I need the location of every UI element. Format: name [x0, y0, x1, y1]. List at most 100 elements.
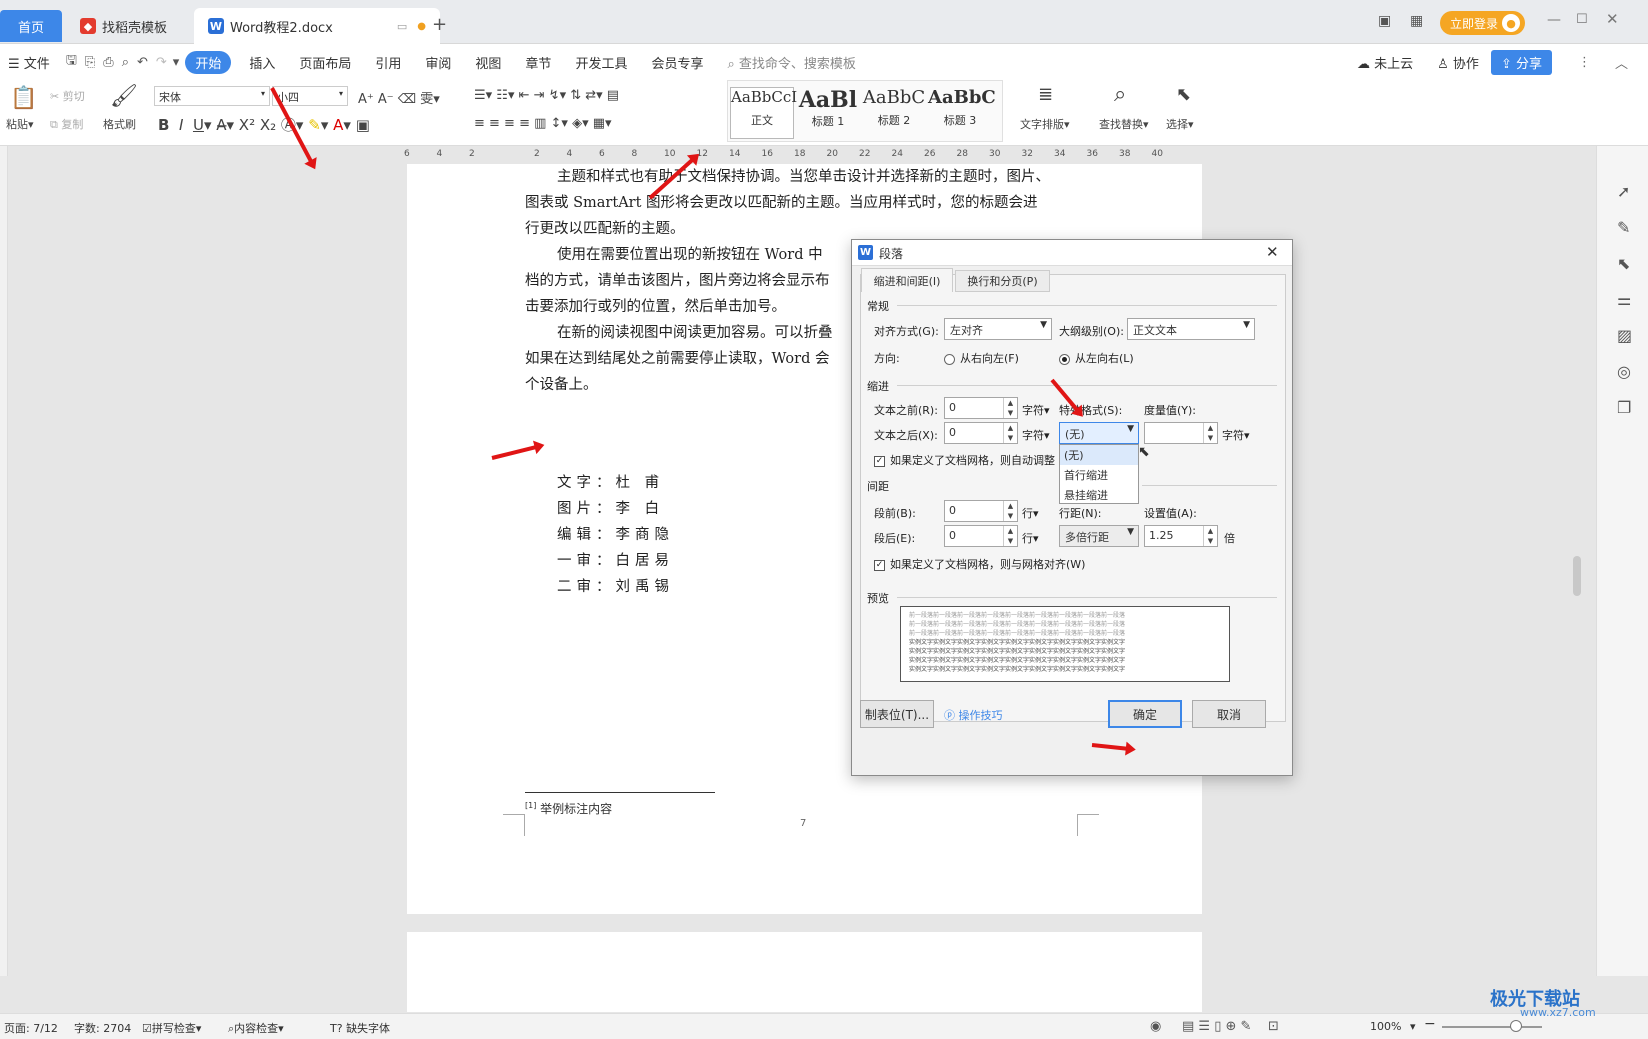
font-size-tools[interactable]: A⁺ A⁻ ⌫ 雯▾: [358, 88, 440, 107]
login-button[interactable]: 立即登录 ●: [1440, 11, 1525, 35]
list-tools[interactable]: ☰▾ ☷▾ ⇤ ⇥ ↯▾ ⇅ ⇄▾ ▤: [474, 88, 619, 103]
spin-arrows-icon[interactable]: ▲ ▼: [1003, 423, 1017, 443]
collapse-ribbon-icon[interactable]: ︿: [1603, 53, 1640, 72]
measure-input[interactable]: ▲ ▼: [1144, 422, 1218, 444]
spin-arrows-icon[interactable]: ▲ ▼: [1003, 398, 1017, 418]
menu-member[interactable]: 会员专享: [639, 53, 715, 72]
spin-arrows-icon[interactable]: ▲ ▼: [1203, 526, 1217, 546]
tab-stops-button[interactable]: 制表位(T)...: [860, 700, 934, 728]
before-text-unit[interactable]: 字符▾: [1022, 402, 1050, 418]
dialog-titlebar[interactable]: W 段落 ✕: [852, 240, 1292, 266]
monitor-icon[interactable]: ▭: [397, 20, 407, 33]
find-replace-button[interactable]: 查找替换▾: [1099, 116, 1149, 132]
new-tab-button[interactable]: +: [432, 14, 447, 35]
file-menu[interactable]: ☰ 文件: [0, 53, 62, 72]
menu-chapter[interactable]: 章节: [513, 53, 563, 72]
tips-link[interactable]: ⓟ 操作技巧: [944, 707, 1003, 723]
export-pdf-icon[interactable]: ⎘: [81, 55, 99, 70]
scrollbar-thumb[interactable]: [1573, 556, 1581, 596]
quick-access-dropdown-icon[interactable]: ▾: [171, 55, 186, 70]
view-mode-icons[interactable]: ◉ ▤ ☰ ▯ ⊕ ✎ ⊡: [1150, 1019, 1279, 1034]
tab-indent-spacing[interactable]: 缩进和间距(I): [861, 268, 953, 292]
format-painter-button[interactable]: 格式刷: [103, 116, 136, 132]
grid-indent-checkbox[interactable]: ✓ 如果定义了文档网格，则自动调整: [874, 452, 1055, 468]
missing-font-button[interactable]: T? 缺失字体: [330, 1020, 390, 1036]
paste-button[interactable]: 粘贴▾: [6, 116, 34, 132]
image-icon[interactable]: ▨: [1617, 326, 1632, 345]
find-replace-icon[interactable]: ⌕: [1114, 82, 1126, 107]
style-heading-1[interactable]: AaBl 标题 1: [796, 87, 860, 139]
maximize-icon[interactable]: ☐: [1576, 12, 1588, 27]
direction-ltr-radio[interactable]: 从左向右(L): [1059, 350, 1134, 366]
special-option[interactable]: 首行缩进: [1060, 465, 1138, 485]
collaborate-button[interactable]: ♙ 协作: [1425, 53, 1491, 72]
font-size-select[interactable]: 小四 ▾: [272, 86, 348, 106]
menu-home[interactable]: 开始: [185, 50, 232, 74]
direction-rtl-radio[interactable]: 从右向左(F): [944, 350, 1019, 366]
font-family-select[interactable]: 宋体 ▾: [154, 86, 270, 106]
before-text-input[interactable]: 0 ▲ ▼: [944, 397, 1018, 419]
special-option[interactable]: (无): [1060, 445, 1138, 465]
zoom-dropdown-icon[interactable]: ▾: [1410, 1020, 1416, 1033]
dialog-close-icon[interactable]: ✕: [1266, 243, 1279, 261]
layout-icon[interactable]: ▣: [1378, 13, 1391, 29]
zoom-out-icon[interactable]: −: [1424, 1016, 1436, 1032]
print-preview-icon[interactable]: ⌕: [118, 55, 133, 70]
spell-check-button[interactable]: ☑拼写检查▾: [142, 1020, 201, 1036]
apps-grid-icon[interactable]: ▦: [1410, 13, 1423, 29]
ok-button[interactable]: 确定: [1108, 700, 1182, 728]
horizontal-ruler[interactable]: 6 4 2 2 4 6 8 10 12 14 16 18 20 22 24 26 28 30 32 34 36 38 40: [400, 146, 1180, 164]
cancel-button[interactable]: 取消: [1192, 700, 1266, 728]
save-icon[interactable]: 🖫: [62, 51, 81, 73]
sliders-icon[interactable]: ⚌: [1617, 290, 1631, 309]
special-option[interactable]: 悬挂缩进: [1060, 485, 1138, 505]
redo-icon[interactable]: ↷: [152, 55, 171, 70]
share-button[interactable]: ⇪ 分享: [1490, 49, 1552, 75]
style-normal[interactable]: AaBbCcI 正文: [730, 87, 797, 139]
minimize-icon[interactable]: —: [1547, 12, 1561, 28]
menu-layout[interactable]: 页面布局: [287, 53, 363, 72]
spin-arrows-icon[interactable]: ▲ ▼: [1003, 526, 1017, 546]
book-icon[interactable]: ❐: [1617, 398, 1631, 417]
align-tools[interactable]: ≡ ≡ ≡ ≡ ▥ ↕▾ ◈▾ ▦▾: [474, 116, 612, 131]
tab-line-page-breaks[interactable]: 换行和分页(P): [955, 270, 1050, 292]
special-format-select[interactable]: (无) ▼: [1059, 422, 1139, 444]
command-search[interactable]: ⌕ 查找命令、搜索模板: [715, 53, 867, 72]
after-text-unit[interactable]: 字符▾: [1022, 427, 1050, 443]
menu-references[interactable]: 引用: [363, 53, 413, 72]
measure-unit[interactable]: 字符▾: [1222, 427, 1250, 443]
rocket-icon[interactable]: ➚: [1617, 182, 1630, 201]
alignment-select[interactable]: 左对齐 ▼: [944, 318, 1052, 340]
more-icon[interactable]: ⋮: [1566, 55, 1603, 70]
paste-icon[interactable]: 📋: [10, 86, 37, 111]
cursor-icon[interactable]: ⬉: [1617, 254, 1630, 273]
menu-insert[interactable]: 插入: [237, 53, 287, 72]
cloud-status[interactable]: ☁ 未上云: [1345, 53, 1425, 72]
space-after-unit[interactable]: 行▾: [1022, 530, 1039, 546]
document-page-next[interactable]: [407, 932, 1202, 1012]
menu-review[interactable]: 审阅: [413, 53, 463, 72]
menu-developer[interactable]: 开发工具: [563, 53, 639, 72]
word-count[interactable]: 字数: 2704: [74, 1020, 131, 1036]
undo-icon[interactable]: ↶: [133, 55, 152, 70]
menu-view[interactable]: 视图: [463, 53, 513, 72]
cut-button[interactable]: ✂ 剪切: [50, 88, 85, 104]
style-heading-2[interactable]: AaBbC 标题 2: [862, 87, 926, 139]
content-check-button[interactable]: ⌕内容检查▾: [228, 1020, 284, 1036]
after-text-input[interactable]: 0 ▲ ▼: [944, 422, 1018, 444]
select-cursor-icon[interactable]: ⬉: [1176, 84, 1191, 105]
zoom-level[interactable]: 100%: [1370, 1020, 1401, 1033]
pen-icon[interactable]: ✎: [1617, 218, 1630, 237]
location-icon[interactable]: ◎: [1617, 362, 1631, 381]
outline-level-select[interactable]: 正文文本 ▼: [1127, 318, 1255, 340]
style-heading-3[interactable]: AaBbC 标题 3: [928, 87, 996, 139]
space-after-input[interactable]: 0 ▲ ▼: [944, 525, 1018, 547]
copy-button[interactable]: ⧉ 复制: [50, 116, 83, 132]
page-count[interactable]: 页面: 7/12: [4, 1020, 58, 1036]
text-layout-icon[interactable]: ≣: [1038, 84, 1053, 105]
select-button[interactable]: 选择▾: [1166, 116, 1194, 132]
tab-home[interactable]: 首页: [0, 10, 62, 42]
set-value-input[interactable]: 1.25 ▲ ▼: [1144, 525, 1218, 547]
spin-arrows-icon[interactable]: ▲ ▼: [1203, 423, 1217, 443]
format-painter-icon[interactable]: 🖌: [110, 84, 138, 109]
